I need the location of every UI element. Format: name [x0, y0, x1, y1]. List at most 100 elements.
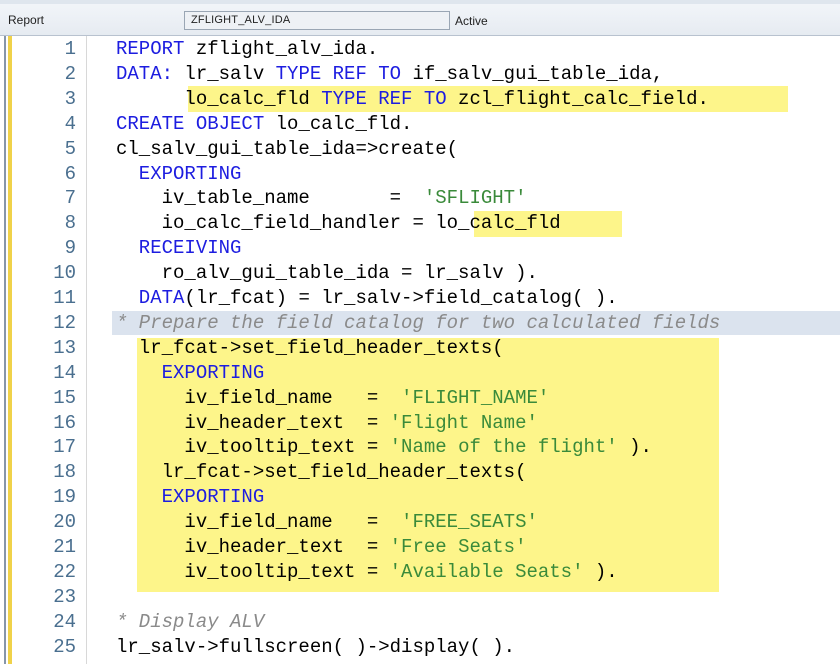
code-line[interactable]: 13 lr_fcat->set_field_header_texts(	[0, 336, 840, 361]
line-number: 2	[64, 62, 76, 85]
line-number: 10	[53, 262, 76, 285]
code-text: REPORT zflight_alv_ida.	[116, 38, 378, 60]
line-number: 21	[53, 536, 76, 558]
code-text: lr_fcat->set_field_header_texts(	[116, 337, 504, 359]
line-number: 8	[64, 212, 76, 235]
line-number: 23	[53, 585, 76, 608]
code-line[interactable]: 18 lr_fcat->set_field_header_texts(	[0, 460, 840, 485]
line-number: 19	[53, 486, 76, 509]
code-token: EXPORTING	[116, 162, 242, 185]
code-token: iv_field_name =	[116, 511, 402, 534]
code-line[interactable]: 17 iv_tooltip_text = 'Name of the flight…	[0, 435, 840, 460]
code-text: lr_fcat->set_field_header_texts(	[116, 461, 527, 483]
code-token: lr_fcat->set_field_header_texts(	[116, 336, 504, 359]
code-token: RECEIVING	[116, 237, 242, 260]
code-token: 'FREE_SEATS'	[401, 511, 538, 534]
code-text: iv_table_name = 'SFLIGHT'	[116, 187, 527, 210]
code-line[interactable]: 5 cl_salv_gui_table_ida=>create(	[0, 137, 840, 162]
line-number: 16	[53, 411, 76, 434]
object-type-label: Report	[8, 13, 45, 27]
code-line[interactable]: 7 iv_table_name = 'SFLIGHT'	[0, 186, 840, 211]
line-number: 17	[53, 436, 76, 459]
code-token: io_calc_field_handler = lo_calc_fld	[116, 212, 561, 235]
code-token: REPORT	[116, 38, 185, 60]
code-text: CREATE OBJECT lo_calc_fld.	[116, 113, 412, 135]
code-text: iv_header_text = 'Flight Name'	[116, 411, 538, 434]
line-number: 6	[64, 162, 76, 185]
code-text: EXPORTING	[116, 362, 265, 384]
code-line[interactable]: 2 DATA: lr_salv TYPE REF TO if_salv_gui_t…	[0, 62, 840, 87]
code-text: EXPORTING	[116, 486, 265, 508]
code-line[interactable]: 1 REPORT zflight_alv_ida.	[0, 37, 840, 62]
code-line[interactable]: 4 CREATE OBJECT lo_calc_fld.	[0, 112, 840, 137]
line-number: 25	[53, 635, 76, 658]
code-token: iv_field_name =	[116, 386, 402, 409]
code-token: lr_salv->fullscreen( )->display( ).	[116, 635, 516, 658]
code-token: iv_header_text =	[116, 411, 390, 434]
code-text: lr_salv->fullscreen( )->display( ).	[116, 636, 515, 658]
code-token: * Prepare the field catalog for two calc…	[116, 311, 721, 334]
line-number: 1	[64, 38, 76, 60]
code-line[interactable]: 9 RECEIVING	[0, 236, 840, 261]
code-token: * Display ALV	[116, 610, 265, 633]
code-text: cl_salv_gui_table_ida=>create(	[116, 138, 458, 160]
code-text: ro_alv_gui_table_ida = lr_salv ).	[116, 262, 538, 284]
code-text: EXPORTING	[116, 162, 242, 185]
code-text: iv_header_text = 'Free Seats'	[116, 536, 526, 558]
editor-header-bar: Report ZFLIGHT_ALV_IDA Active	[0, 0, 840, 36]
code-token: lo_calc_fld.	[264, 112, 413, 135]
code-token: DATA:	[116, 62, 174, 85]
code-token: cl_salv_gui_table_ida=>create(	[116, 137, 459, 160]
line-number: 24	[53, 610, 76, 633]
code-token: ro_alv_gui_table_ida = lr_salv ).	[116, 262, 538, 285]
code-text: DATA(lr_fcat) = lr_salv->field_catalog( …	[116, 287, 618, 309]
code-text: * Prepare the field catalog for two calc…	[116, 312, 720, 334]
code-token: lo_calc_fld	[116, 87, 322, 110]
line-number: 9	[64, 237, 76, 260]
code-line[interactable]: 16 iv_header_text = 'Flight Name'	[0, 411, 840, 436]
code-token: iv_tooltip_text =	[116, 436, 390, 459]
code-text: iv_tooltip_text = 'Name of the flight' )…	[116, 436, 652, 458]
line-number: 12	[53, 311, 76, 334]
code-text: * Display ALV	[116, 611, 264, 633]
line-number: 13	[53, 336, 76, 359]
code-line[interactable]: 20 iv_field_name = 'FREE_SEATS'	[0, 510, 840, 535]
code-token: 'Flight Name'	[389, 411, 538, 434]
code-text: RECEIVING	[116, 237, 242, 260]
line-number: 18	[53, 461, 76, 484]
code-token: zcl_flight_calc_field.	[446, 87, 709, 110]
code-text: lo_calc_fld TYPE REF TO zcl_flight_calc_…	[116, 88, 709, 110]
code-line[interactable]: 6 EXPORTING	[0, 162, 840, 187]
code-line[interactable]: 10 ro_alv_gui_table_ida = lr_salv ).	[0, 261, 840, 286]
code-line[interactable]: 23	[0, 585, 840, 610]
code-line[interactable]: 12 * Prepare the field catalog for two ca…	[0, 311, 840, 336]
code-token: TYPE REF TO	[321, 87, 447, 110]
code-token: 'FLIGHT_NAME'	[401, 386, 550, 409]
code-line[interactable]: 11 DATA(lr_fcat) = lr_salv->field_catalo…	[0, 286, 840, 311]
code-token: iv_header_text =	[116, 536, 390, 558]
code-token: (lr_fcat) = lr_salv->field_catalog( ).	[184, 287, 618, 309]
code-token: CREATE OBJECT	[116, 112, 265, 135]
code-token: 'Free Seats'	[389, 536, 527, 558]
code-line[interactable]: 8 io_calc_field_handler = lo_calc_fld	[0, 211, 840, 236]
code-line[interactable]: 15 iv_field_name = 'FLIGHT_NAME'	[0, 386, 840, 411]
line-number: 11	[53, 287, 76, 309]
line-number: 20	[53, 511, 76, 534]
code-token: lr_salv	[173, 62, 276, 85]
code-line[interactable]: 3 lo_calc_fld TYPE REF TO zcl_flight_cal…	[0, 87, 840, 112]
code-line[interactable]: 22 iv_tooltip_text = 'Available Seats' )…	[0, 560, 840, 585]
code-token: ).	[617, 436, 652, 459]
code-line[interactable]: 14 EXPORTING	[0, 361, 840, 386]
code-text: io_calc_field_handler = lo_calc_fld	[116, 212, 561, 234]
code-line[interactable]: 19 EXPORTING	[0, 485, 840, 510]
code-token: iv_table_name =	[116, 187, 424, 210]
program-name-field[interactable]: ZFLIGHT_ALV_IDA	[184, 11, 450, 30]
code-token: 'Name of the flight'	[389, 436, 618, 459]
code-text: DATA: lr_salv TYPE REF TO if_salv_gui_ta…	[116, 63, 663, 85]
code-line[interactable]: 21 iv_header_text = 'Free Seats'	[0, 535, 840, 560]
code-token: iv_tooltip_text =	[116, 560, 390, 583]
line-number: 4	[64, 112, 76, 135]
code-line[interactable]: 24 * Display ALV	[0, 610, 840, 635]
code-line[interactable]: 25 lr_salv->fullscreen( )->display( ).	[0, 635, 840, 660]
line-number: 3	[64, 87, 76, 110]
